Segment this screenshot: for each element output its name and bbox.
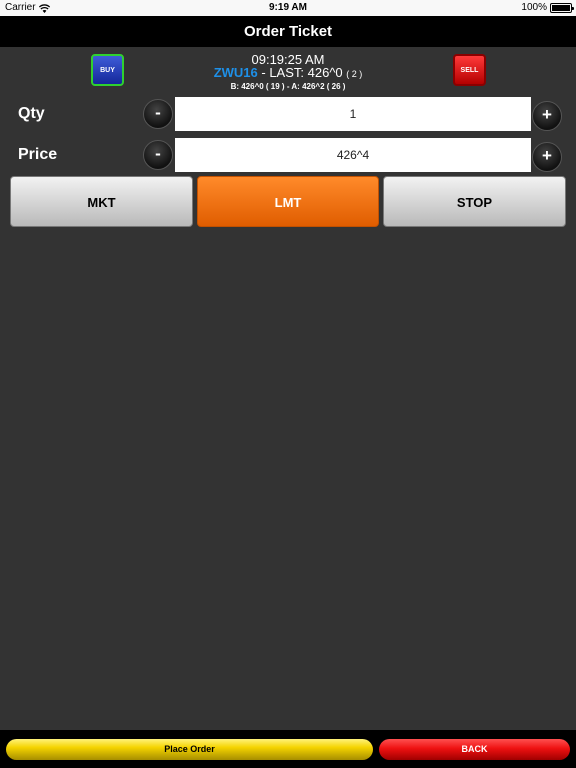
qty-plus-button[interactable]: + <box>532 101 562 131</box>
battery-icon <box>550 3 574 13</box>
qty-label: Qty <box>18 105 45 122</box>
page-title: Order Ticket <box>0 16 576 47</box>
lmt-button[interactable]: LMT <box>197 176 379 227</box>
symbol-label: ZWU16 <box>213 65 258 80</box>
price-field[interactable]: 426^4 <box>175 138 531 172</box>
quote-panel: BUY 09:19:25 AM ZWU16 - LAST: 426^0 ( 2 … <box>0 47 576 95</box>
sell-button[interactable]: SELL <box>453 54 486 86</box>
buy-button[interactable]: BUY <box>91 54 124 86</box>
mkt-button[interactable]: MKT <box>10 176 193 227</box>
status-bar: Carrier 9:19 AM 100% <box>0 0 576 16</box>
price-label: Price <box>18 146 58 163</box>
price-plus-button[interactable]: + <box>532 142 562 172</box>
footer-bar: Place Order BACK <box>0 730 576 768</box>
battery-percent: 100% <box>521 2 547 13</box>
place-order-button[interactable]: Place Order <box>6 739 373 760</box>
clock: 9:19 AM <box>269 2 307 13</box>
bid-ask-line: B: 426^0 ( 19 ) - A: 426^2 ( 26 ) <box>230 82 346 91</box>
last-price-line: ZWU16 - LAST: 426^0 ( 2 ) <box>150 66 426 81</box>
qty-field[interactable]: 1 <box>175 97 531 131</box>
price-minus-button[interactable]: - <box>143 140 173 170</box>
battery-group: 100% <box>521 0 574 16</box>
last-prefix: - LAST: <box>257 65 308 80</box>
qty-minus-button[interactable]: - <box>143 99 173 129</box>
last-price: 426^0 <box>307 65 343 80</box>
last-size: ( 2 ) <box>346 69 363 79</box>
stop-button[interactable]: STOP <box>383 176 566 227</box>
back-button[interactable]: BACK <box>379 739 570 760</box>
quote-info: 09:19:25 AM ZWU16 - LAST: 426^0 ( 2 ) B:… <box>150 53 426 93</box>
